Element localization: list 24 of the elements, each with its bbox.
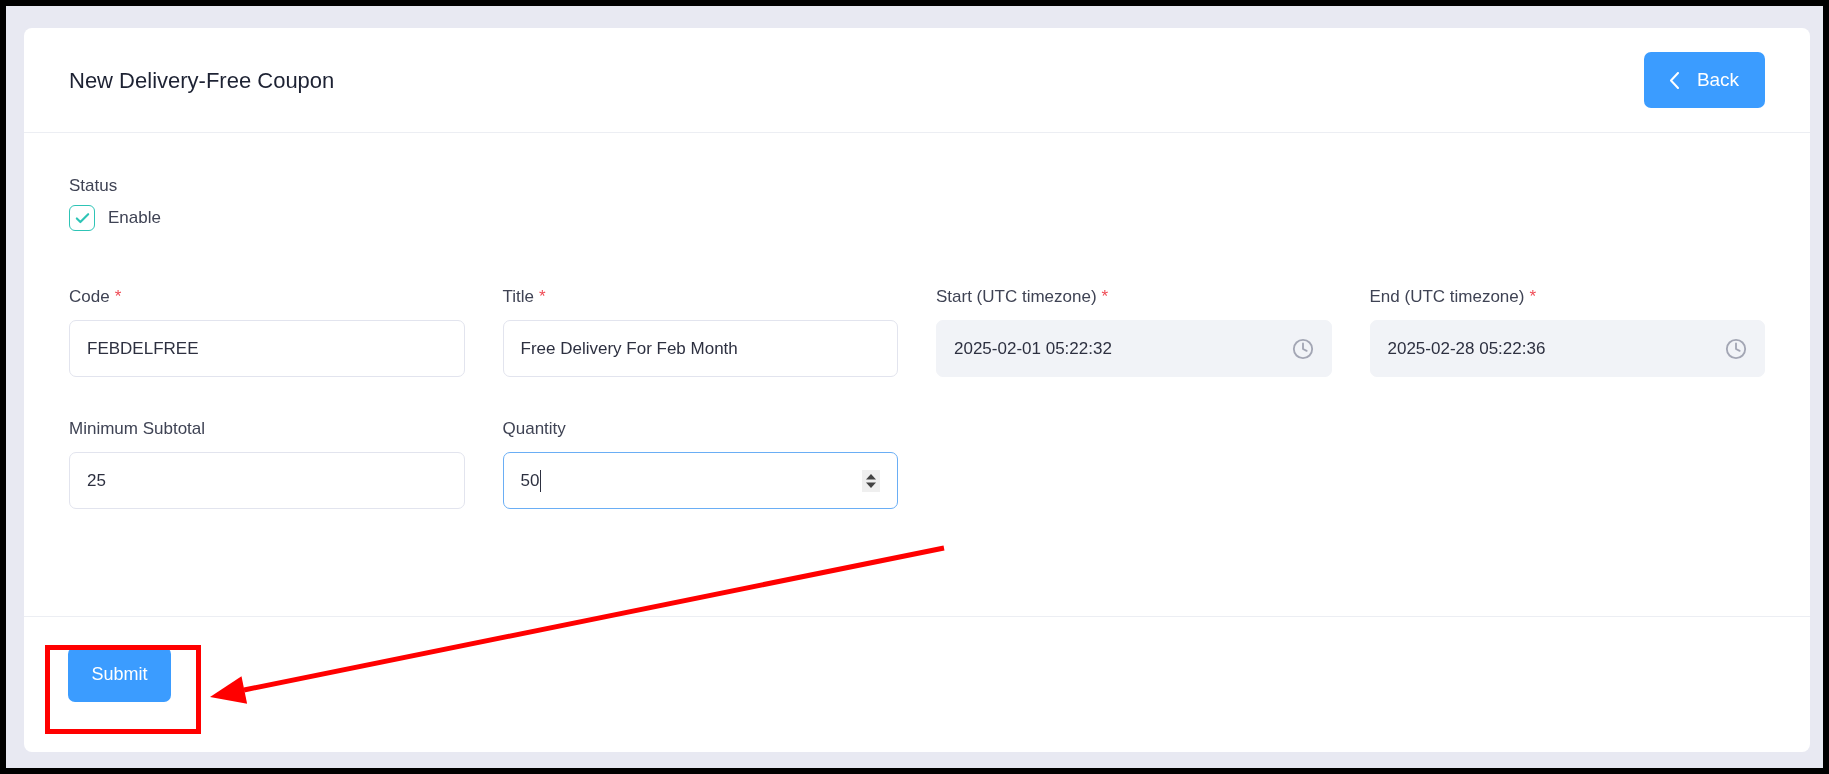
clock-icon [1291,337,1314,360]
required-asterisk: * [539,286,546,309]
datetime-field[interactable]: 2025-02-01 05:22:32 [936,320,1332,377]
required-asterisk: * [1101,286,1109,309]
required-asterisk: * [114,286,122,309]
field-label: Start (UTC timezone) [936,286,1097,309]
spinner-icon[interactable] [862,469,880,492]
status-label: Status [69,175,118,197]
checkbox-label: Enable [108,207,161,230]
field-label: Code [69,286,110,309]
field-label: Quantity [502,418,566,441]
datetime-field[interactable]: 2025-02-28 05:22:36 [1369,320,1765,377]
required-asterisk: * [1529,286,1537,309]
chevron-left-icon [1669,71,1679,89]
input-field[interactable]: Free Delivery For Feb Month [502,320,898,377]
page-title: New Delivery-Free Coupon [69,66,335,95]
field-label: End (UTC timezone) [1369,286,1525,309]
input-field[interactable]: 50 [502,452,898,509]
checkbox[interactable] [69,205,95,231]
field-label: Title [502,286,534,309]
input-field[interactable]: FEBDELFREE [69,320,465,377]
clock-icon [1725,337,1747,360]
input-field[interactable]: 25 [69,452,465,509]
field-label: Minimum Subtotal [69,418,206,441]
